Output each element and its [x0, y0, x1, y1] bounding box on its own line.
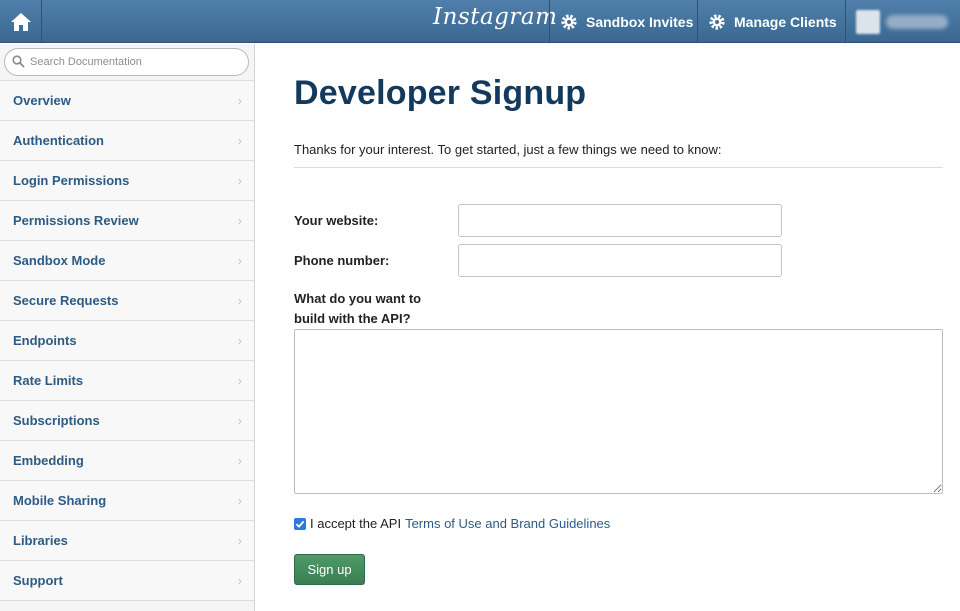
sidebar-item-label: Authentication [13, 133, 104, 148]
sidebar-item-label: Login Permissions [13, 173, 130, 188]
chevron-right-icon: › [237, 213, 242, 228]
manage-clients-label: Manage Clients [734, 13, 837, 30]
chevron-right-icon: › [237, 413, 242, 428]
sidebar-item-label: Libraries [13, 533, 68, 548]
sidebar-item-label: Secure Requests [13, 293, 119, 308]
terms-row: I accept the API Terms of Use and Brand … [294, 516, 610, 531]
sidebar-item-sandbox-mode[interactable]: Sandbox Mode › [0, 241, 254, 281]
sidebar-nav: Overview › Authentication › Login Permissi… [0, 80, 254, 601]
home-button[interactable] [0, 0, 42, 43]
sandbox-invites-link[interactable]: Sandbox Invites [549, 0, 697, 43]
divider [294, 167, 943, 168]
sidebar-item-embedding[interactable]: Embedding › [0, 441, 254, 481]
docs-sidebar: Overview › Authentication › Login Permissi… [0, 44, 255, 611]
search-input[interactable] [30, 53, 240, 71]
build-label-line1: What do you want to [294, 291, 422, 306]
sidebar-item-secure-requests[interactable]: Secure Requests › [0, 281, 254, 321]
sidebar-item-mobile-sharing[interactable]: Mobile Sharing › [0, 481, 254, 521]
search-box[interactable] [4, 48, 249, 76]
website-label: Your website: [294, 213, 379, 228]
home-icon [10, 12, 31, 31]
sidebar-item-permissions-review[interactable]: Permissions Review › [0, 201, 254, 241]
accept-terms-checkbox[interactable] [294, 517, 306, 530]
website-field[interactable] [458, 204, 782, 237]
chevron-right-icon: › [237, 373, 242, 388]
chevron-right-icon: › [237, 173, 242, 188]
sidebar-item-label: Support [13, 573, 63, 588]
gear-icon [560, 13, 578, 31]
username-blurred [886, 14, 948, 29]
page-title: Developer Signup [294, 74, 587, 112]
avatar-icon [856, 9, 880, 34]
build-label: What do you want to build with the API? [294, 289, 421, 329]
checkmark-icon [295, 520, 305, 528]
gear-icon [708, 13, 726, 31]
accept-text: I accept the API [310, 516, 402, 531]
search-icon [12, 55, 25, 68]
sidebar-item-label: Permissions Review [13, 213, 139, 228]
sidebar-item-subscriptions[interactable]: Subscriptions › [0, 401, 254, 441]
sidebar-item-label: Rate Limits [13, 373, 84, 388]
sidebar-item-authentication[interactable]: Authentication › [0, 121, 254, 161]
sandbox-invites-label: Sandbox Invites [586, 13, 694, 30]
top-navbar: Instagram Sandbox Invites Manage Clients [0, 0, 960, 43]
chevron-right-icon: › [237, 453, 242, 468]
terms-link[interactable]: Terms of Use and Brand Guidelines [405, 516, 610, 531]
sidebar-item-support[interactable]: Support › [0, 561, 254, 601]
sign-up-button[interactable]: Sign up [294, 554, 365, 585]
user-menu[interactable] [845, 0, 960, 43]
sidebar-item-label: Mobile Sharing [13, 493, 107, 508]
chevron-right-icon: › [237, 133, 242, 148]
sidebar-item-label: Endpoints [13, 333, 77, 348]
sidebar-item-label: Sandbox Mode [13, 253, 106, 268]
sidebar-item-login-permissions[interactable]: Login Permissions › [0, 161, 254, 201]
sidebar-item-label: Subscriptions [13, 413, 100, 428]
chevron-right-icon: › [237, 533, 242, 548]
intro-text: Thanks for your interest. To get started… [294, 142, 722, 157]
sidebar-item-label: Overview [13, 93, 71, 108]
sidebar-item-label: Embedding [13, 453, 84, 468]
phone-field[interactable] [458, 244, 782, 277]
phone-label: Phone number: [294, 253, 390, 268]
chevron-right-icon: › [237, 293, 242, 308]
chevron-right-icon: › [237, 253, 242, 268]
chevron-right-icon: › [237, 573, 242, 588]
manage-clients-link[interactable]: Manage Clients [697, 0, 845, 43]
chevron-right-icon: › [237, 333, 242, 348]
chevron-right-icon: › [237, 93, 242, 108]
sidebar-item-rate-limits[interactable]: Rate Limits › [0, 361, 254, 401]
build-description-textarea[interactable] [294, 329, 943, 494]
sidebar-item-overview[interactable]: Overview › [0, 81, 254, 121]
chevron-right-icon: › [237, 493, 242, 508]
sidebar-item-endpoints[interactable]: Endpoints › [0, 321, 254, 361]
instagram-logo[interactable]: Instagram [433, 4, 557, 30]
build-label-line2: build with the API? [294, 311, 411, 326]
sidebar-item-libraries[interactable]: Libraries › [0, 521, 254, 561]
